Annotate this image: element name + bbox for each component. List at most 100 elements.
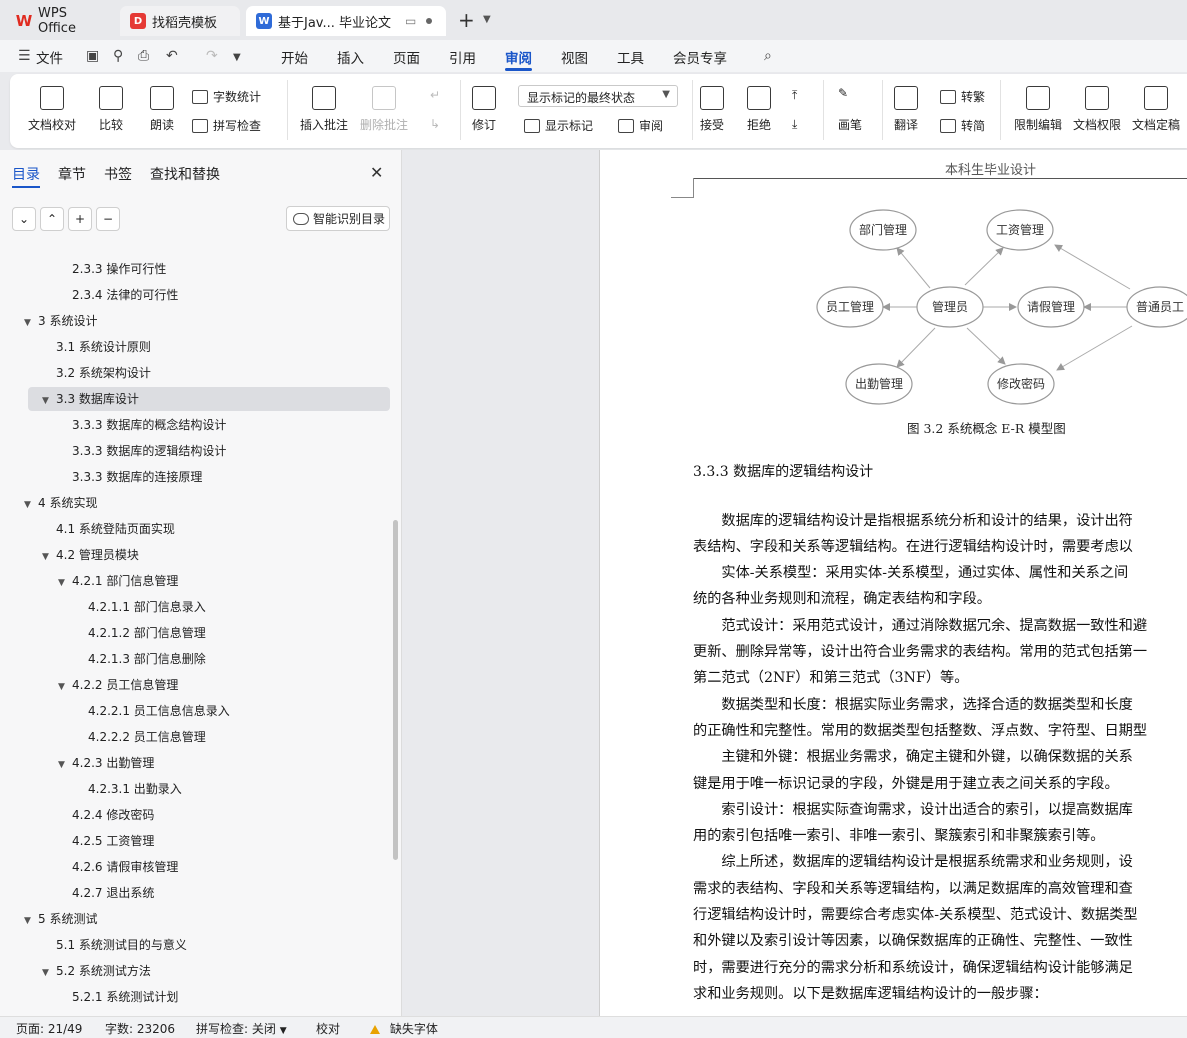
share-icon[interactable]: ⚲ <box>113 48 123 64</box>
toc-item[interactable]: 3.3.3 数据库的逻辑结构设计 <box>72 440 226 462</box>
toc-item[interactable]: ▼ 4.2 管理员模块 <box>42 544 139 566</box>
save-icon[interactable]: ▣ <box>86 48 99 64</box>
menu-reference[interactable]: 引用 <box>449 47 476 67</box>
doc-proof-button[interactable]: 文档校对 <box>28 86 76 133</box>
chevron-down-icon[interactable]: ▼ <box>483 14 491 25</box>
toc-item[interactable]: 4.1 系统登陆页面实现 <box>56 518 175 540</box>
expand-triangle-icon[interactable]: ▼ <box>58 676 72 698</box>
expand-triangle-icon[interactable]: ▼ <box>24 910 38 932</box>
toc-item[interactable]: 4.2.7 退出系统 <box>72 882 154 904</box>
toc-item[interactable]: ▼ 3 系统设计 <box>24 310 97 332</box>
toc-item[interactable]: ▼ 4.2.1 部门信息管理 <box>58 570 178 592</box>
redo-icon[interactable]: ↷ <box>206 48 218 64</box>
insert-comment-button[interactable]: 插入批注 <box>300 86 348 133</box>
next-revision-icon[interactable]: ⤓ <box>792 117 797 132</box>
next-comment-icon[interactable]: ↳ <box>430 117 440 131</box>
toc-item[interactable]: 4.2.6 请假审核管理 <box>72 856 178 878</box>
toc-item[interactable]: ▼ 5.2 系统测试方法 <box>42 960 151 982</box>
menu-view[interactable]: 视图 <box>561 47 588 67</box>
print-preview-icon[interactable]: ⎙ <box>138 48 149 64</box>
toc-item[interactable]: ▼ 3.3 数据库设计 <box>42 388 139 410</box>
toc-item[interactable]: 4.2.1.2 部门信息管理 <box>88 622 206 644</box>
show-markup-button[interactable]: 显示标记 <box>524 117 593 134</box>
word-count-button[interactable]: 字数统计 <box>192 88 261 105</box>
toc-item[interactable]: ▼ 4 系统实现 <box>24 492 97 514</box>
toc-scrollbar[interactable] <box>393 520 398 860</box>
close-icon[interactable]: ✕ <box>370 163 383 182</box>
expand-triangle-icon[interactable]: ▼ <box>58 754 72 776</box>
expand-triangle-icon[interactable]: ▼ <box>42 390 56 412</box>
toc-item[interactable]: 3.1 系统设计原则 <box>56 336 151 358</box>
menu-start[interactable]: 开始 <box>281 47 308 67</box>
expand-triangle-icon[interactable]: ▼ <box>42 962 56 984</box>
doc-permission-button[interactable]: 文档权限 <box>1073 86 1121 133</box>
toc-item[interactable]: ▼ 4.2.3 出勤管理 <box>58 752 154 774</box>
translate-button[interactable]: 翻译 <box>894 86 918 133</box>
add-heading-button[interactable]: + <box>68 207 92 231</box>
tab-document[interactable]: W 基于Jav... 毕业论文 ▭ <box>246 6 446 36</box>
toc-item[interactable]: 2.3.4 法律的可行性 <box>72 284 178 306</box>
toc-item[interactable]: ▼ 5 系统测试 <box>24 908 97 930</box>
hamburger-icon[interactable]: ☰ <box>18 48 31 64</box>
toc-item[interactable]: 4.2.3.1 出勤录入 <box>88 778 182 800</box>
doc-finalize-button[interactable]: 文档定稿 <box>1132 86 1180 133</box>
toc-item[interactable]: 4.2.4 修改密码 <box>72 804 154 826</box>
expand-triangle-icon[interactable]: ▼ <box>24 312 38 334</box>
expand-triangle-icon[interactable]: ▼ <box>42 546 56 568</box>
tab-template[interactable]: D 找稻壳模板 <box>120 6 240 36</box>
menu-tools[interactable]: 工具 <box>617 47 644 67</box>
toc-item[interactable]: 5.2.1 系统测试计划 <box>72 986 178 1008</box>
to-simplified-button[interactable]: 转简 <box>940 117 985 134</box>
smart-toc-button[interactable]: 智能识别目录 <box>286 206 390 231</box>
menu-review[interactable]: 审阅 <box>505 47 532 67</box>
panel-tab-toc[interactable]: 目录 <box>12 164 40 184</box>
search-icon[interactable]: ⌕ <box>764 48 772 64</box>
toc-item[interactable]: 4.2.1.3 部门信息删除 <box>88 648 206 670</box>
panel-tab-sections[interactable]: 章节 <box>58 164 86 184</box>
word-count-indicator[interactable]: 字数: 23206 <box>105 1020 175 1037</box>
undo-icon[interactable]: ↶ <box>166 48 178 64</box>
toc-item[interactable]: 3.3.3 数据库的连接原理 <box>72 466 202 488</box>
tab-wps-office[interactable]: W WPS Office <box>6 6 114 36</box>
spell-check-status[interactable]: 拼写检查: 关闭 ▼ <box>196 1020 287 1037</box>
document-page[interactable]: 本科生毕业设计 部门管理 工资管理 员工管理 管理员 请假管理 普通员工 出勤管… <box>599 150 1187 1016</box>
expand-up-button[interactable]: ⌃ <box>40 207 64 231</box>
revise-button[interactable]: 修订 <box>472 86 496 133</box>
reject-button[interactable]: 拒绝 <box>747 86 771 133</box>
menu-member[interactable]: 会员专享 <box>673 47 727 67</box>
toc-item[interactable]: ▼ 4.2.2 员工信息管理 <box>58 674 178 696</box>
toc-item[interactable]: 3.3.3 数据库的概念结构设计 <box>72 414 226 436</box>
menu-insert[interactable]: 插入 <box>337 47 364 67</box>
restrict-edit-button[interactable]: 限制编辑 <box>1014 86 1062 133</box>
new-tab-plus-icon[interactable]: + <box>458 8 475 32</box>
monitor-icon[interactable]: ▭ <box>405 14 416 28</box>
page-indicator[interactable]: 页面: 21/49 <box>16 1020 82 1037</box>
to-traditional-button[interactable]: 转繁 <box>940 88 985 105</box>
accept-button[interactable]: 接受 <box>700 86 724 133</box>
expand-triangle-icon[interactable]: ▼ <box>58 572 72 594</box>
panel-tab-bookmarks[interactable]: 书签 <box>104 164 132 184</box>
remove-heading-button[interactable]: − <box>96 207 120 231</box>
toc-item[interactable]: 4.2.5 工资管理 <box>72 830 154 852</box>
toc-item[interactable]: 5.1 系统测试目的与意义 <box>56 934 187 956</box>
menu-file[interactable]: 文件 <box>36 47 63 67</box>
toc-item[interactable]: 4.2.2.2 员工信息管理 <box>88 726 206 748</box>
prev-revision-icon[interactable]: ⤒ <box>792 88 797 103</box>
pen-button[interactable]: ✎ 画笔 <box>838 86 862 133</box>
chevron-down-icon[interactable]: ▼ <box>233 52 241 63</box>
toc-item[interactable]: 3.2 系统架构设计 <box>56 362 151 384</box>
review-pane-button[interactable]: 审阅 <box>618 117 663 134</box>
markup-state-select[interactable]: 显示标记的最终状态 ▼ <box>518 85 678 107</box>
proof-status[interactable]: 校对 <box>316 1020 340 1037</box>
spell-check-button[interactable]: 拼写检查 <box>192 117 261 134</box>
toc-item[interactable]: 4.2.2.1 员工信息信息录入 <box>88 700 230 722</box>
prev-comment-icon[interactable]: ↵ <box>430 88 440 102</box>
toc-item[interactable]: 4.2.1.1 部门信息录入 <box>88 596 206 618</box>
missing-font-status[interactable]: 缺失字体 <box>370 1020 438 1037</box>
panel-tab-find-replace[interactable]: 查找和替换 <box>150 164 220 184</box>
delete-comment-button[interactable]: 删除批注 <box>360 86 408 133</box>
collapse-all-button[interactable]: ⌄ <box>12 207 36 231</box>
compare-button[interactable]: 比较 <box>99 86 123 133</box>
toc-item[interactable]: 2.3.3 操作可行性 <box>72 258 166 280</box>
read-aloud-button[interactable]: 朗读 <box>150 86 174 133</box>
